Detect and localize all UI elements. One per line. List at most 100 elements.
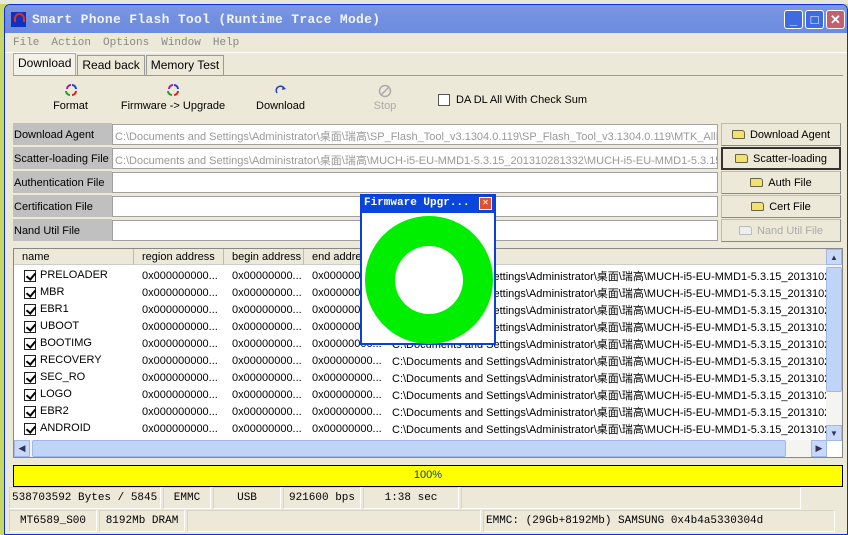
horizontal-scrollbar[interactable]: ◀ ▶ <box>14 440 827 457</box>
popup-title-bar[interactable]: Firmware Upgr... ✕ <box>362 196 494 213</box>
partition-name: RECOVERY <box>40 354 102 367</box>
format-button[interactable]: Format <box>43 84 98 112</box>
location-cell: C:\Documents and Settings\Administrator\… <box>392 372 827 385</box>
begin-address-cell: 0x00000000... <box>232 371 302 384</box>
auth-file-path[interactable] <box>112 172 718 193</box>
column-name[interactable]: name <box>14 249 134 265</box>
partition-name-cell: RECOVERY <box>14 354 134 367</box>
popup-close-button[interactable]: ✕ <box>479 197 492 210</box>
table-row[interactable]: APP0x000000000...0x00000000...0x00000000… <box>14 437 827 439</box>
location-cell: C:\Documents and Settings\Administrator\… <box>392 423 827 436</box>
menu-help[interactable]: Help <box>213 37 239 49</box>
menu-file[interactable]: File <box>13 37 39 49</box>
partition-name-cell: LOGO <box>14 388 134 401</box>
partition-checkbox[interactable] <box>24 422 36 435</box>
checkbox-box[interactable] <box>438 94 450 106</box>
begin-address-cell: 0x00000000... <box>232 388 302 401</box>
folder-icon <box>738 226 752 235</box>
download-agent-label: Download Agent <box>13 123 112 145</box>
partition-name: EBR2 <box>40 405 69 418</box>
nand-util-button[interactable]: Nand Util File <box>721 219 841 242</box>
close-button[interactable]: ✕ <box>826 10 845 29</box>
region-address-cell: 0x000000000... <box>142 388 218 401</box>
chip-status: MT6589_S00 <box>9 510 97 532</box>
region-address-cell: 0x000000000... <box>142 286 218 299</box>
cert-file-button[interactable]: Cert File <box>721 195 841 218</box>
column-region-address[interactable]: region address <box>134 249 224 265</box>
scroll-left-button[interactable]: ◀ <box>14 440 30 457</box>
scroll-right-button[interactable]: ▶ <box>811 440 827 457</box>
partition-name: LOGO <box>40 388 72 401</box>
status-empty <box>461 487 801 509</box>
location-cell: C:\Documents and Settings\Administrator\… <box>392 389 827 402</box>
auth-file-label: Authentication File <box>13 171 112 193</box>
checksum-checkbox[interactable]: DA DL All With Check Sum <box>438 94 587 106</box>
auth-file-button[interactable]: Auth File <box>721 171 841 194</box>
scatter-loading-row: Scatter-loading File C:\Documents and Se… <box>13 147 841 170</box>
region-address-cell: 0x000000000... <box>142 337 218 350</box>
partition-checkbox[interactable] <box>24 286 36 299</box>
checksum-label: DA DL All With Check Sum <box>456 94 588 106</box>
column-begin-address[interactable]: begin address <box>224 249 304 265</box>
location-cell: C:\Documents and Settings\Administrator\… <box>392 355 827 368</box>
end-address-cell: 0x00000000... <box>312 388 382 401</box>
folder-icon <box>735 154 748 163</box>
menu-options[interactable]: Options <box>103 37 149 49</box>
toolbar: Format Firmware -> Upgrade Download Stop… <box>13 81 843 121</box>
stop-icon <box>378 84 392 98</box>
vertical-scrollbar[interactable]: ▲ ▼ <box>826 249 842 441</box>
firmware-upgrade-button[interactable]: Firmware -> Upgrade <box>118 84 228 112</box>
begin-address-cell: 0x00000000... <box>232 303 302 316</box>
menu-action[interactable]: Action <box>51 37 91 49</box>
partition-name: ANDROID <box>40 422 91 435</box>
region-address-cell: 0x000000000... <box>142 371 218 384</box>
scroll-up-button[interactable]: ▲ <box>826 249 842 265</box>
download-icon <box>275 85 286 94</box>
firmware-upgrade-label: Firmware -> Upgrade <box>120 100 226 112</box>
begin-address-cell: 0x00000000... <box>232 286 302 299</box>
auth-file-button-label: Auth File <box>768 176 812 189</box>
tab-memory-test[interactable]: Memory Test <box>145 55 225 75</box>
download-agent-button[interactable]: Download Agent <box>721 123 841 146</box>
location-cell: C:\Documents and Settings\Administrator\… <box>392 406 827 419</box>
firmware-upgrade-popup: Firmware Upgr... ✕ <box>360 194 496 345</box>
vertical-scroll-thumb[interactable] <box>826 267 842 392</box>
download-agent-path[interactable]: C:\Documents and Settings\Administrator\… <box>112 124 718 145</box>
download-button[interactable]: Download <box>248 84 313 112</box>
menu-window[interactable]: Window <box>161 37 201 49</box>
begin-address-cell: 0x00000000... <box>232 320 302 333</box>
scatter-loading-button[interactable]: Scatter-loading <box>721 147 841 170</box>
begin-address-cell: 0x00000000... <box>232 422 302 435</box>
partition-checkbox[interactable] <box>24 303 36 316</box>
stop-button[interactable]: Stop <box>365 84 405 112</box>
tab-download[interactable]: Download <box>13 53 77 75</box>
partition-checkbox[interactable] <box>24 269 36 282</box>
table-row[interactable]: EBR2 0x000000000... 0x00000000... 0x0000000… <box>14 403 827 420</box>
table-row[interactable]: RECOVERY 0x000000000... 0x00000000... 0x000… <box>14 352 827 369</box>
table-row[interactable]: SEC_RO 0x000000000... 0x00000000... 0x00000… <box>14 369 827 386</box>
throughput-status: 538703592 Bytes / 5845.31 KBps <box>9 487 161 509</box>
end-address-cell: 0x00000000... <box>312 354 382 367</box>
table-row[interactable]: ANDROID 0x000000000... 0x00000000... 0x0000… <box>14 420 827 437</box>
region-address-cell: 0x000000000... <box>142 303 218 316</box>
dram-status: 8192Mb DRAM <box>99 510 185 532</box>
scroll-down-button[interactable]: ▼ <box>826 425 842 441</box>
scatter-loading-path[interactable]: C:\Documents and Settings\Administrator\… <box>112 148 718 169</box>
nand-util-button-label: Nand Util File <box>756 224 824 237</box>
maximize-button[interactable]: □ <box>805 10 824 29</box>
region-address-cell: 0x000000000... <box>142 422 218 435</box>
table-row[interactable]: LOGO 0x000000000... 0x00000000... 0x0000000… <box>14 386 827 403</box>
minimize-button[interactable]: _ <box>784 10 803 29</box>
cert-file-label: Certification File <box>13 195 112 217</box>
partition-checkbox[interactable] <box>24 337 36 350</box>
partition-checkbox[interactable] <box>24 388 36 401</box>
partition-checkbox[interactable] <box>24 320 36 333</box>
title-bar[interactable]: Smart Phone Flash Tool (Runtime Trace Mo… <box>5 5 847 33</box>
partition-checkbox[interactable] <box>24 405 36 418</box>
partition-checkbox[interactable] <box>24 371 36 384</box>
partition-checkbox[interactable] <box>24 354 36 367</box>
progress-ring <box>365 216 493 344</box>
horizontal-scroll-thumb[interactable] <box>32 440 786 457</box>
tab-read-back[interactable]: Read back <box>77 55 145 75</box>
nand-util-label: Nand Util File <box>13 219 112 241</box>
